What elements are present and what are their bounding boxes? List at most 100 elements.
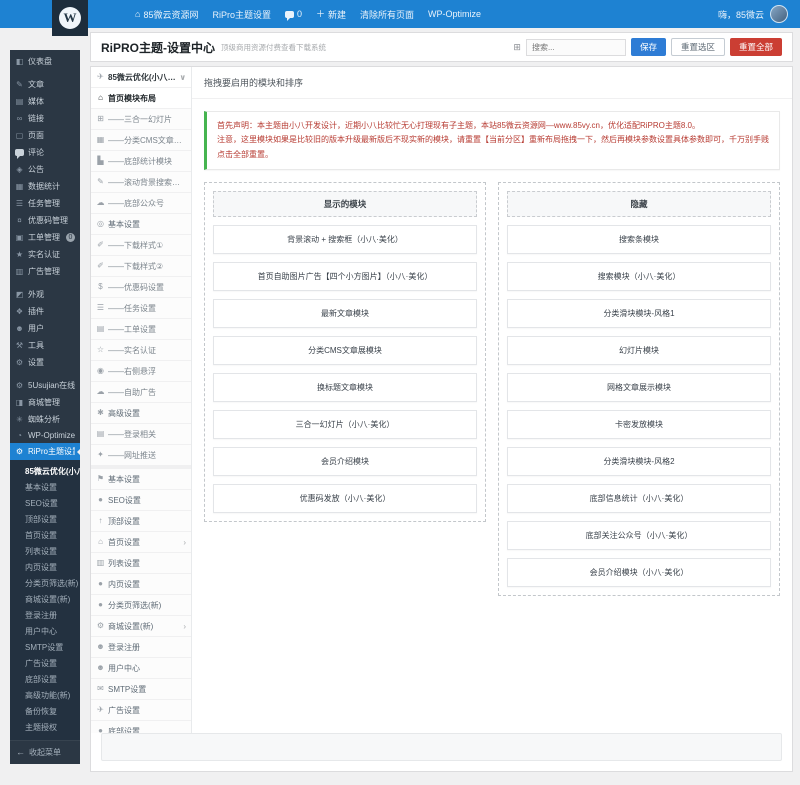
settings-nav-slider-3in1[interactable]: ⊞ ——三合一幻灯片 xyxy=(91,109,191,130)
module-item[interactable]: 卡密发放模块 xyxy=(507,410,771,440)
settings-nav-footer-wechat[interactable]: ☁ ——底部公众号 xyxy=(91,193,191,214)
settings-nav-smtp-setting[interactable]: ✉ SMTP设置 xyxy=(91,679,191,700)
search-input[interactable] xyxy=(525,38,626,56)
collapse-menu-button[interactable]: ← 收起菜单 xyxy=(10,740,80,764)
module-item[interactable]: 底部关注公众号（小八·美化） xyxy=(507,521,771,551)
module-item[interactable]: 首页自助图片广告【四个小方图片】（小八·美化） xyxy=(213,262,477,292)
adminbar-item-ripro-theme-settings[interactable]: RiPro主题设置 xyxy=(212,8,271,21)
submenu-item[interactable]: 分类页筛选(新) xyxy=(10,575,80,591)
settings-nav-cms-module[interactable]: ▦ ——分类CMS文章模块 xyxy=(91,130,191,151)
module-item[interactable]: 会员介绍模块 xyxy=(213,447,477,477)
settings-nav-scroll-search[interactable]: ✎ ——滚动背景搜索模块 xyxy=(91,172,191,193)
module-item[interactable]: 分类CMS文章展模块 xyxy=(213,336,477,366)
submenu-item[interactable]: 备份恢复 xyxy=(10,703,80,719)
module-item[interactable]: 最新文章模块 xyxy=(213,299,477,329)
submenu-item[interactable]: 用户中心 xyxy=(10,623,80,639)
sidebar-item-wp-optimize[interactable]: ◔ WP-Optimize xyxy=(10,428,80,443)
submenu-item[interactable]: 列表设置 xyxy=(10,543,80,559)
sidebar-item-shop-manage[interactable]: ◨ 商城管理 xyxy=(10,394,80,411)
admin-bar-account[interactable]: 嗨，85微云 xyxy=(718,5,788,23)
sidebar-item-comments[interactable]: 评论 xyxy=(10,144,80,161)
sidebar-item-links[interactable]: ∞ 链接 xyxy=(10,110,80,127)
settings-nav-footer-stats[interactable]: ▙ ——底部统计模块 xyxy=(91,151,191,172)
sidebar-item-customer-service[interactable]: ⚙ 5Usujian在线客服 xyxy=(10,377,80,394)
sidebar-item-announcements[interactable]: ◈ 公告 xyxy=(10,161,80,178)
settings-nav-task-setting[interactable]: ☰ ——任务设置 xyxy=(91,298,191,319)
sidebar-item-posts[interactable]: ✎ 文章 xyxy=(10,76,80,93)
settings-nav-login-related[interactable]: ▤ ——登录相关 xyxy=(91,424,191,445)
settings-nav-verify-setting[interactable]: ☆ ——实名认证 xyxy=(91,340,191,361)
submenu-item[interactable]: 内页设置 xyxy=(10,559,80,575)
sidebar-item-dashboard[interactable]: ◧ 仪表盘 xyxy=(10,53,80,70)
module-item[interactable]: 搜索条模块 xyxy=(507,225,771,255)
adminbar-item-site-name[interactable]: ⌂ 85微云资源网 xyxy=(135,8,198,21)
adminbar-item-purge-all-pages[interactable]: 清除所有页面 xyxy=(360,8,414,21)
settings-nav-group-85wy[interactable]: ✈ 85微云优化(小八主题)∨ xyxy=(91,67,191,88)
submenu-item[interactable]: SEO设置 xyxy=(10,495,80,511)
settings-nav-filter-setting[interactable]: ● 分类页筛选(新) xyxy=(91,595,191,616)
module-item[interactable]: 分类滑块模块-风格1 xyxy=(507,299,771,329)
settings-nav-list-setting[interactable]: ▥ 列表设置 xyxy=(91,553,191,574)
settings-nav-top-setting[interactable]: ↑ 顶部设置 xyxy=(91,511,191,532)
settings-nav-ticket-setting[interactable]: ▤ ——工单设置 xyxy=(91,319,191,340)
settings-nav-advanced-sub[interactable]: ✱ 高级设置 xyxy=(91,403,191,424)
module-item[interactable]: 幻灯片模块 xyxy=(507,336,771,366)
module-item[interactable]: 三合一幻灯片（小八·美化） xyxy=(213,410,477,440)
sidebar-item-statistics[interactable]: ▦ 数据统计 xyxy=(10,178,80,195)
settings-nav-float-right[interactable]: ◉ ——右侧悬浮 xyxy=(91,361,191,382)
settings-nav-coupon-setting[interactable]: $ ——优惠码设置 xyxy=(91,277,191,298)
module-item[interactable]: 网格文章展示模块 xyxy=(507,373,771,403)
sidebar-item-media[interactable]: ▤ 媒体 xyxy=(10,93,80,110)
sidebar-item-coupons[interactable]: ¤ 优惠码管理 xyxy=(10,212,80,229)
settings-nav-download-style-2[interactable]: ✐ ——下载样式② xyxy=(91,256,191,277)
sidebar-item-verification[interactable]: ★ 实名认证 xyxy=(10,246,80,263)
settings-nav-seo-setting[interactable]: ● SEO设置 xyxy=(91,490,191,511)
settings-nav-shop-setting[interactable]: ⚙ 商城设置(新) › xyxy=(91,616,191,637)
module-item[interactable]: 分类滑块模块-风格2 xyxy=(507,447,771,477)
sidebar-item-appearance[interactable]: ◩ 外观 xyxy=(10,286,80,303)
sidebar-item-tools[interactable]: ⚒ 工具 xyxy=(10,337,80,354)
wordpress-logo-tile[interactable]: W xyxy=(52,0,88,36)
submenu-item[interactable]: 商城设置(新) xyxy=(10,591,80,607)
settings-nav-download-style-1[interactable]: ✐ ——下载样式① xyxy=(91,235,191,256)
settings-nav-basic-sub[interactable]: ◎ 基本设置 xyxy=(91,214,191,235)
settings-nav-usercenter-setting[interactable]: ☻ 用户中心 xyxy=(91,658,191,679)
sidebar-item-ripro-settings[interactable]: ⚙ RiPro主题设置 xyxy=(10,443,80,460)
submenu-item[interactable]: 首页设置 xyxy=(10,527,80,543)
reset-section-button[interactable]: 重置选区 xyxy=(670,38,725,56)
module-item[interactable]: 优惠码发放（小八·美化） xyxy=(213,484,477,514)
settings-nav-home-setting[interactable]: ⌂ 首页设置 › xyxy=(91,532,191,553)
submenu-item[interactable]: 基本设置 xyxy=(10,479,80,495)
submenu-item[interactable]: 登录注册 xyxy=(10,607,80,623)
settings-nav-footer-setting[interactable]: ● 底部设置 xyxy=(91,721,191,734)
module-item[interactable]: 底部信息统计（小八·美化） xyxy=(507,484,771,514)
submenu-item[interactable]: 主题授权 xyxy=(10,719,80,735)
sidebar-item-spider-analysis[interactable]: ✳ 蜘蛛分析 xyxy=(10,411,80,428)
settings-nav-register-setting[interactable]: ☻ 登录注册 xyxy=(91,637,191,658)
submenu-item[interactable]: 顶部设置 xyxy=(10,511,80,527)
module-item[interactable]: 会员介绍模块（小八·美化） xyxy=(507,558,771,588)
sidebar-item-ads[interactable]: ▥ 广告管理 xyxy=(10,263,80,280)
avatar[interactable] xyxy=(770,5,788,23)
submenu-item[interactable]: 广告设置 xyxy=(10,655,80,671)
reset-all-button[interactable]: 重置全部 xyxy=(729,38,782,56)
sidebar-item-settings[interactable]: ⚙ 设置 xyxy=(10,354,80,371)
module-item[interactable]: 换标题文章模块 xyxy=(213,373,477,403)
sidebar-item-users[interactable]: ☻ 用户 xyxy=(10,320,80,337)
sidebar-item-tickets[interactable]: ▣ 工单管理 0 xyxy=(10,229,80,246)
submenu-item[interactable]: 高级功能(新) xyxy=(10,687,80,703)
settings-nav-basic-setting[interactable]: ⚑ 基本设置 xyxy=(91,466,191,490)
module-item[interactable]: 搜索模块（小八·美化） xyxy=(507,262,771,292)
settings-nav-url-push[interactable]: ✦ ——网址推送 xyxy=(91,445,191,466)
settings-nav-ad-setting[interactable]: ✈ 广告设置 xyxy=(91,700,191,721)
settings-nav-self-ad[interactable]: ☁ ——自助广告 xyxy=(91,382,191,403)
adminbar-item-comments-count[interactable]: 0 xyxy=(284,9,302,21)
adminbar-item-wp-optimize[interactable]: WP-Optimize xyxy=(428,9,481,19)
sidebar-item-pages[interactable]: ▢ 页面 xyxy=(10,127,80,144)
submenu-item[interactable]: 底部设置 xyxy=(10,671,80,687)
settings-nav-home-layout[interactable]: ⌂ 首页模块布局 xyxy=(91,88,191,109)
module-item[interactable]: 背景滚动 + 搜索框（小八·美化） xyxy=(213,225,477,255)
submenu-item[interactable]: SMTP设置 xyxy=(10,639,80,655)
submenu-item[interactable]: 85微云优化(小八主题) xyxy=(10,463,80,479)
adminbar-item-new-content[interactable]: ＋新建 xyxy=(316,8,346,21)
